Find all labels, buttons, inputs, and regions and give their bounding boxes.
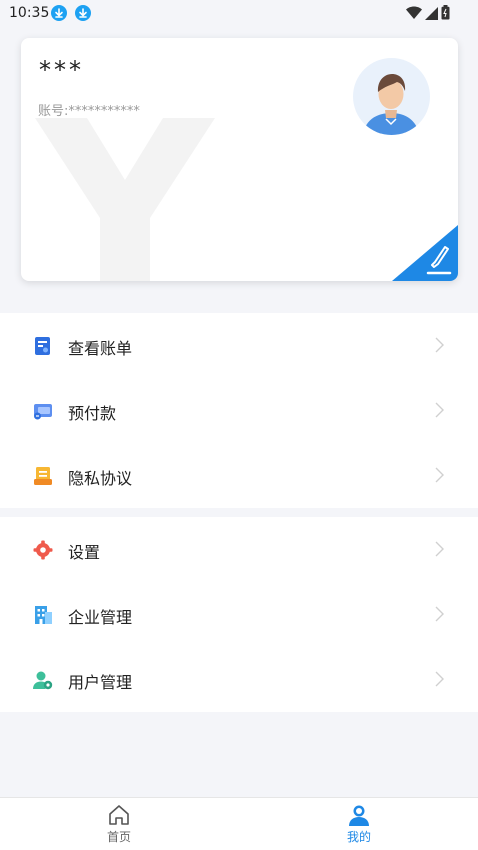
profile-card[interactable]: *** 账号:***********	[21, 38, 458, 281]
home-icon	[108, 804, 130, 830]
tab-label: 我的	[346, 830, 371, 844]
settings-gear-icon	[33, 540, 53, 560]
chevron-right-icon	[435, 606, 444, 626]
account-value: ***********	[68, 104, 140, 119]
menu-item-prepay[interactable]: 预付款	[0, 378, 478, 443]
chevron-right-icon	[435, 671, 444, 691]
bottom-nav: 首页 我的	[0, 797, 478, 850]
menu-item-view-bill[interactable]: 查看账单	[0, 313, 478, 378]
menu-item-label: 隐私协议	[68, 469, 133, 488]
menu-item-privacy[interactable]: 隐私协议	[0, 443, 478, 508]
user-name: ***	[39, 56, 84, 84]
status-bar: 10:35	[0, 0, 478, 26]
menu-item-label: 用户管理	[68, 673, 133, 692]
tab-label: 首页	[106, 830, 131, 844]
avatar[interactable]	[353, 58, 430, 135]
menu-item-label: 设置	[68, 543, 101, 562]
chevron-right-icon	[435, 541, 444, 561]
edit-profile-button[interactable]	[392, 225, 458, 281]
account-label: 账号:	[38, 104, 69, 119]
battery-icon	[441, 5, 450, 24]
menu-item-user-manage[interactable]: 用户管理	[0, 647, 478, 712]
wifi-icon	[406, 5, 422, 24]
chevron-right-icon	[435, 402, 444, 422]
chevron-right-icon	[435, 467, 444, 487]
menu-group-account: 查看账单 预付款 隐私协议	[0, 313, 478, 508]
enterprise-building-icon	[33, 605, 53, 625]
profile-icon	[348, 804, 370, 830]
download-icon	[51, 5, 67, 21]
prepay-card-icon	[33, 401, 53, 421]
menu-group-management: 设置 企业管理 用户管理	[0, 517, 478, 712]
download-icon	[75, 5, 91, 21]
bill-icon	[33, 336, 53, 356]
tab-mine[interactable]: 我的	[329, 798, 389, 850]
privacy-icon	[33, 466, 53, 486]
signal-icon	[425, 5, 438, 24]
watermark-y-icon	[35, 118, 215, 281]
tab-home[interactable]: 首页	[89, 798, 149, 850]
menu-item-settings[interactable]: 设置	[0, 517, 478, 582]
chevron-right-icon	[435, 337, 444, 357]
user-manage-icon	[33, 670, 53, 690]
status-time: 10:35	[9, 5, 50, 21]
menu-item-label: 查看账单	[68, 339, 133, 358]
account-number: 账号:***********	[38, 100, 140, 119]
menu-item-label: 企业管理	[68, 608, 133, 627]
menu-item-enterprise[interactable]: 企业管理	[0, 582, 478, 647]
menu-item-label: 预付款	[68, 404, 117, 423]
